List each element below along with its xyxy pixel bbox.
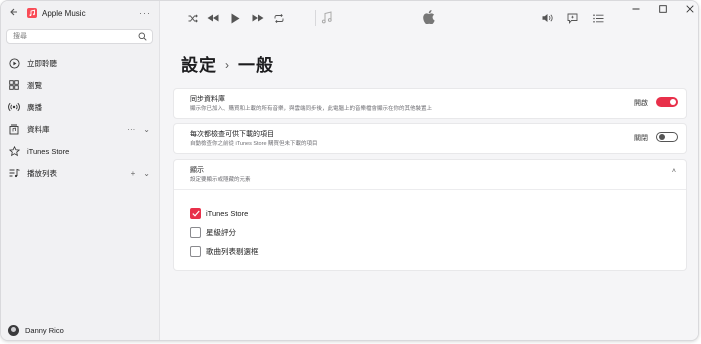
sidebar-item-library[interactable]: 資料庫 ··· ⌄ [1, 118, 160, 140]
play-icon [231, 13, 240, 23]
sidebar-item-label: 播放列表 [27, 168, 57, 178]
playlist-icon [8, 167, 20, 179]
toggle-state-label: 關閉 [634, 135, 648, 142]
setting-title: 顯示 [190, 167, 204, 174]
sidebar-item-label: iTunes Store [27, 146, 70, 156]
minimize-button[interactable] [631, 4, 641, 14]
sidebar-item-label: 資料庫 [27, 124, 50, 134]
setting-description: 自動檢查你之前從 iTunes Store 購買但未下載的項目 [190, 141, 318, 147]
sidebar-item-label: 瀏覽 [27, 80, 42, 90]
next-button[interactable] [252, 11, 264, 25]
more-options-button[interactable]: ··· [139, 8, 151, 18]
sidebar: Apple Music ··· 立即聆聽 瀏覽 廣播 資料庫 [1, 1, 160, 340]
page-title: 設定 › 一般 [181, 51, 274, 76]
option-song-list-checkboxes[interactable]: 歌曲列表剔選框 [190, 242, 259, 261]
list-icon [593, 13, 604, 23]
radio-icon [8, 101, 20, 113]
toggle-knob [670, 99, 676, 105]
maximize-icon [659, 5, 667, 13]
chevron-up-icon[interactable]: ˄ [672, 168, 676, 175]
auto-check-downloads-setting: 每次都檢查可供下載的項目 自動檢查你之前從 iTunes Store 購買但未下… [173, 123, 687, 154]
library-controls: ··· ⌄ [127, 125, 150, 134]
minimize-icon [632, 8, 640, 10]
app-window: Apple Music ··· 立即聆聽 瀏覽 廣播 資料庫 [0, 0, 699, 341]
avatar [8, 325, 19, 336]
auto-check-toggle[interactable] [656, 132, 678, 142]
close-icon [686, 5, 694, 13]
close-button[interactable] [685, 4, 695, 14]
option-label: iTunes Store [206, 209, 249, 218]
speaker-icon [542, 14, 553, 22]
shuffle-button[interactable] [188, 11, 198, 25]
option-itunes-store[interactable]: iTunes Store [190, 204, 259, 223]
sidebar-nav: 立即聆聽 瀏覽 廣播 資料庫 ··· ⌄ iTunes Store 播放列表 +… [1, 52, 160, 184]
rewind-icon [207, 14, 219, 22]
speech-bubble-icon [567, 13, 578, 24]
library-more-button[interactable]: ··· [127, 125, 135, 134]
playback-toolbar [161, 1, 698, 35]
display-setting: 顯示 設定要顯示或隱藏的元素 ˄ iTunes Store 星級評分 歌曲列表剔… [173, 159, 687, 271]
grid-icon [8, 79, 20, 91]
checkmark-icon [191, 210, 200, 217]
search-input[interactable] [7, 30, 127, 43]
apple-music-logo-icon [27, 8, 37, 18]
maximize-button[interactable] [658, 4, 668, 14]
option-label: 星級評分 [206, 228, 236, 237]
repeat-button[interactable] [274, 11, 284, 25]
shuffle-icon [188, 13, 198, 23]
sidebar-item-label: 立即聆聽 [27, 58, 57, 68]
sidebar-item-radio[interactable]: 廣播 [1, 96, 160, 118]
user-name: Danny Rico [25, 326, 64, 335]
chevron-right-icon: › [225, 58, 230, 72]
setting-title: 同步資料庫 [190, 96, 225, 103]
settings-page: 設定 › 一般 同步資料庫 顯示你已加入、購買和上載的所有音樂，與雲端同步後，此電腦… [161, 35, 698, 340]
sync-library-setting: 同步資料庫 顯示你已加入、購買和上載的所有音樂，與雲端同步後，此電腦上的音樂檔會… [173, 88, 687, 119]
library-icon [8, 123, 20, 135]
sidebar-item-browse[interactable]: 瀏覽 [1, 74, 160, 96]
sidebar-item-label: 廣播 [27, 102, 42, 112]
volume-button[interactable] [542, 11, 554, 25]
sidebar-item-itunes-store[interactable]: iTunes Store [1, 140, 160, 162]
apple-logo-icon [423, 10, 435, 26]
checkbox-checked[interactable] [190, 208, 201, 219]
search-box [6, 29, 153, 44]
display-options: iTunes Store 星級評分 歌曲列表剔選框 [190, 204, 259, 261]
star-icon [8, 145, 20, 157]
queue-button[interactable] [593, 11, 604, 25]
playlists-chevron-down-icon[interactable]: ⌄ [143, 169, 150, 178]
sidebar-item-listen-now[interactable]: 立即聆聽 [1, 52, 160, 74]
setting-description: 設定要顯示或隱藏的元素 [190, 177, 251, 183]
sync-library-toggle[interactable] [656, 97, 678, 107]
music-note-icon [321, 11, 333, 27]
checkbox-unchecked[interactable] [190, 227, 201, 238]
library-chevron-down-icon[interactable]: ⌄ [143, 125, 150, 134]
option-star-ratings[interactable]: 星級評分 [190, 223, 259, 242]
sidebar-item-playlists[interactable]: 播放列表 + ⌄ [1, 162, 160, 184]
toolbar-divider [315, 10, 316, 26]
setting-title: 每次都檢查可供下載的項目 [190, 131, 274, 138]
display-header[interactable]: 顯示 設定要顯示或隱藏的元素 ˄ [174, 160, 686, 190]
checkbox-unchecked[interactable] [190, 246, 201, 257]
play-circle-icon [8, 57, 20, 69]
add-playlist-button[interactable]: + [131, 169, 136, 178]
repeat-icon [274, 13, 284, 23]
back-button[interactable] [9, 7, 21, 19]
toggle-state-label: 開啟 [634, 100, 648, 107]
lyrics-button[interactable] [567, 11, 578, 25]
breadcrumb-current: 一般 [238, 56, 274, 75]
toggle-knob [659, 134, 665, 140]
setting-description: 顯示你已加入、購買和上載的所有音樂，與雲端同步後，此電腦上的音樂檔會顯示在你的其… [190, 106, 433, 112]
app-title: Apple Music [42, 8, 86, 18]
sidebar-titlebar: Apple Music ··· [9, 7, 151, 19]
search-icon[interactable] [138, 32, 147, 41]
arrow-left-icon [10, 8, 17, 16]
playlist-controls: + ⌄ [131, 169, 150, 178]
user-account[interactable]: Danny Rico [8, 325, 64, 336]
play-button[interactable] [231, 11, 240, 25]
breadcrumb-parent[interactable]: 設定 [181, 56, 217, 75]
previous-button[interactable] [207, 11, 219, 25]
fast-forward-icon [252, 14, 264, 22]
option-label: 歌曲列表剔選框 [206, 247, 259, 256]
